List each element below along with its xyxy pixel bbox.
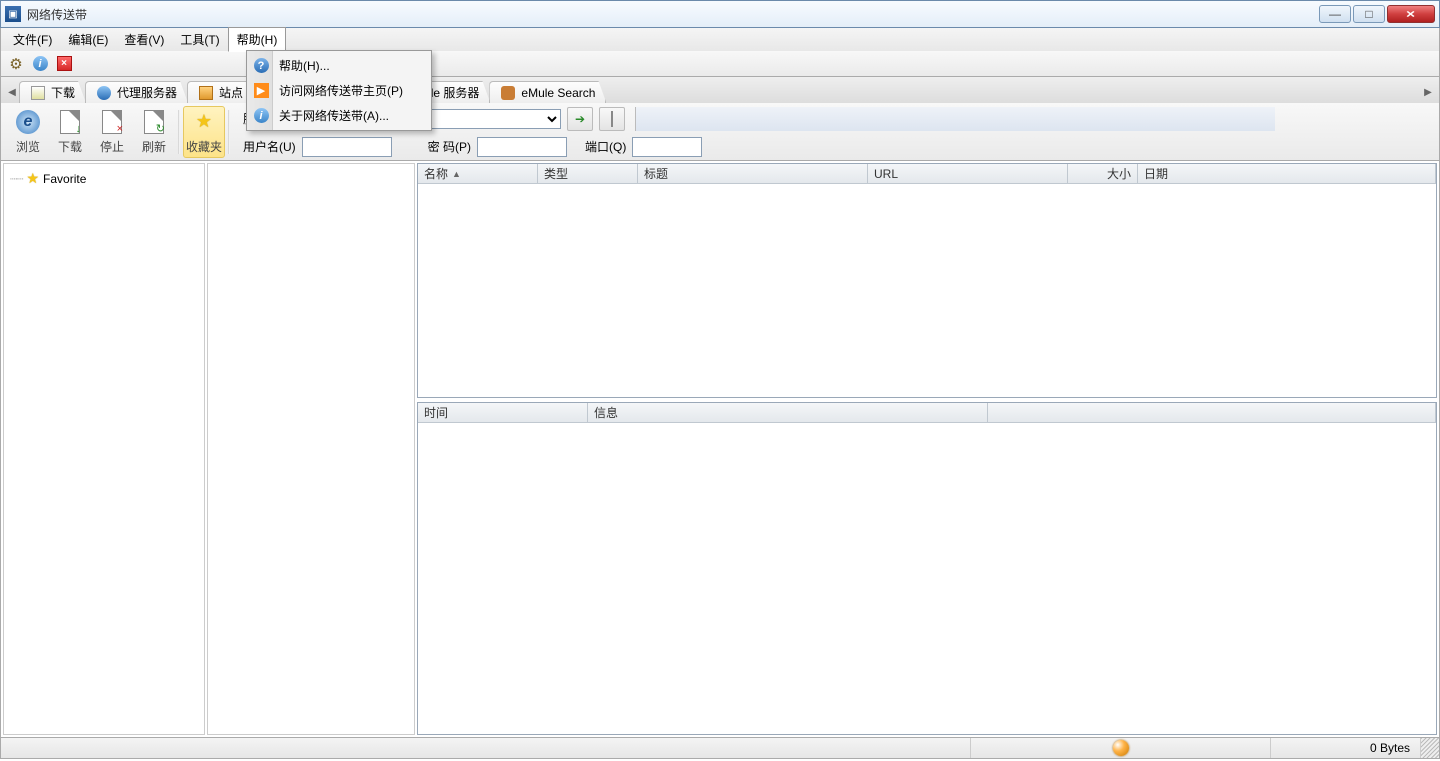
- stop-doc-icon: ×: [99, 109, 125, 135]
- tab-scroll-right[interactable]: ▶: [1421, 81, 1435, 103]
- ie-icon: e: [15, 109, 41, 135]
- toolbar-separator-2: [228, 110, 230, 154]
- menu-help[interactable]: 帮助(H): [228, 27, 287, 52]
- arrow-right-icon: ▶: [254, 83, 269, 98]
- donkey-icon: [500, 85, 516, 101]
- col-time[interactable]: 时间: [418, 403, 588, 422]
- app-icon: ▣: [5, 6, 21, 22]
- toolbar-separator: [178, 110, 180, 154]
- header-blank-area: [635, 107, 1275, 131]
- col-title[interactable]: 标题: [638, 164, 868, 183]
- copy-button[interactable]: [599, 107, 625, 131]
- middle-list-panel: [207, 163, 415, 735]
- menu-edit[interactable]: 编辑(E): [60, 28, 116, 51]
- settings-icon[interactable]: ⚙: [7, 55, 25, 73]
- page-icon: [30, 85, 46, 101]
- col-date[interactable]: 日期: [1138, 164, 1436, 183]
- favorites-button[interactable]: ★ 收藏夹: [183, 106, 225, 158]
- close-red-icon[interactable]: ×: [55, 55, 73, 73]
- statusbar: 0 Bytes: [0, 737, 1440, 759]
- username-input[interactable]: [302, 137, 392, 157]
- password-input[interactable]: [477, 137, 567, 157]
- col-name[interactable]: 名称▲: [418, 164, 538, 183]
- favorites-tree-panel: ┈┈ ★ Favorite: [3, 163, 205, 735]
- maximize-button[interactable]: □: [1353, 5, 1385, 23]
- tree-connector: ┈┈: [10, 172, 22, 186]
- col-url[interactable]: URL: [868, 164, 1068, 183]
- status-bytes: 0 Bytes: [1271, 738, 1421, 758]
- star-icon: ★: [26, 170, 39, 187]
- browse-button[interactable]: e 浏览: [7, 106, 49, 158]
- go-arrow-icon: ➔: [575, 112, 585, 126]
- menu-view[interactable]: 查看(V): [116, 28, 172, 51]
- tab-site-explorer[interactable]: 站点: [187, 81, 254, 103]
- port-input[interactable]: [632, 137, 702, 157]
- username-label: 用户名(U): [243, 138, 296, 155]
- minimize-button[interactable]: —: [1319, 5, 1351, 23]
- status-orb-icon: [1113, 740, 1129, 756]
- go-button[interactable]: ➔: [567, 107, 593, 131]
- tab-emule-search[interactable]: eMule Search: [489, 81, 606, 103]
- file-grid-body[interactable]: [418, 184, 1436, 397]
- col-blank[interactable]: [988, 403, 1436, 422]
- menubar: 文件(F) 编辑(E) 查看(V) 工具(T) 帮助(H): [0, 28, 1440, 51]
- main-toolbar: e 浏览 ↓ 下载 × 停止 ↻ 刷新 ★ 收藏夹 服 ➔ 用户名(U) 密 码…: [0, 103, 1440, 161]
- resize-grip[interactable]: [1421, 738, 1439, 758]
- log-grid-body[interactable]: [418, 423, 1436, 734]
- tab-proxy[interactable]: 代理服务器: [85, 81, 188, 103]
- help-menu-help[interactable]: ? 帮助(H)...: [249, 53, 429, 78]
- tabbar: ◀ 下载 代理服务器 站点 ⚡ Mule 服务器 eMule Search ▶: [0, 77, 1440, 103]
- favorite-tree-root[interactable]: ┈┈ ★ Favorite: [8, 168, 200, 189]
- menu-tools[interactable]: 工具(T): [172, 28, 227, 51]
- info-small-icon[interactable]: i: [31, 55, 49, 73]
- menu-file[interactable]: 文件(F): [5, 28, 60, 51]
- box-icon: [198, 85, 214, 101]
- help-icon: ?: [254, 58, 269, 73]
- tab-scroll-left[interactable]: ◀: [5, 81, 19, 103]
- sheet-icon: [611, 112, 613, 126]
- star-icon: ★: [191, 109, 217, 135]
- stop-button[interactable]: × 停止: [91, 106, 133, 158]
- content-area: ┈┈ ★ Favorite 名称▲ 类型 标题 URL 大小 日期 时间 信息: [0, 161, 1440, 737]
- globe-icon: [96, 85, 112, 101]
- file-grid-header: 名称▲ 类型 标题 URL 大小 日期: [418, 164, 1436, 184]
- col-info[interactable]: 信息: [588, 403, 988, 422]
- port-label: 端口(Q): [585, 138, 626, 155]
- titlebar: ▣ 网络传送带 — □ ×: [0, 0, 1440, 28]
- status-left: [1, 738, 971, 758]
- right-panel: 名称▲ 类型 标题 URL 大小 日期 时间 信息: [417, 163, 1437, 735]
- tab-download[interactable]: 下载: [19, 81, 86, 103]
- status-progress: [971, 738, 1271, 758]
- password-label: 密 码(P): [428, 138, 471, 155]
- download-button[interactable]: ↓ 下载: [49, 106, 91, 158]
- log-grid-header: 时间 信息: [418, 403, 1436, 423]
- sort-asc-icon: ▲: [452, 169, 461, 179]
- help-menu-about[interactable]: i 关于网络传送带(A)...: [249, 103, 429, 128]
- col-type[interactable]: 类型: [538, 164, 638, 183]
- window-title: 网络传送带: [27, 6, 87, 23]
- col-size[interactable]: 大小: [1068, 164, 1138, 183]
- refresh-button[interactable]: ↻ 刷新: [133, 106, 175, 158]
- close-button[interactable]: ×: [1387, 5, 1435, 23]
- small-toolbar: ⚙ i ×: [0, 51, 1440, 77]
- help-dropdown: ? 帮助(H)... ▶ 访问网络传送带主页(P) i 关于网络传送带(A)..…: [246, 50, 432, 131]
- help-menu-visit-homepage[interactable]: ▶ 访问网络传送带主页(P): [249, 78, 429, 103]
- info-icon: i: [254, 108, 269, 123]
- log-grid: 时间 信息: [417, 402, 1437, 735]
- download-doc-icon: ↓: [57, 109, 83, 135]
- refresh-doc-icon: ↻: [141, 109, 167, 135]
- file-grid: 名称▲ 类型 标题 URL 大小 日期: [417, 163, 1437, 398]
